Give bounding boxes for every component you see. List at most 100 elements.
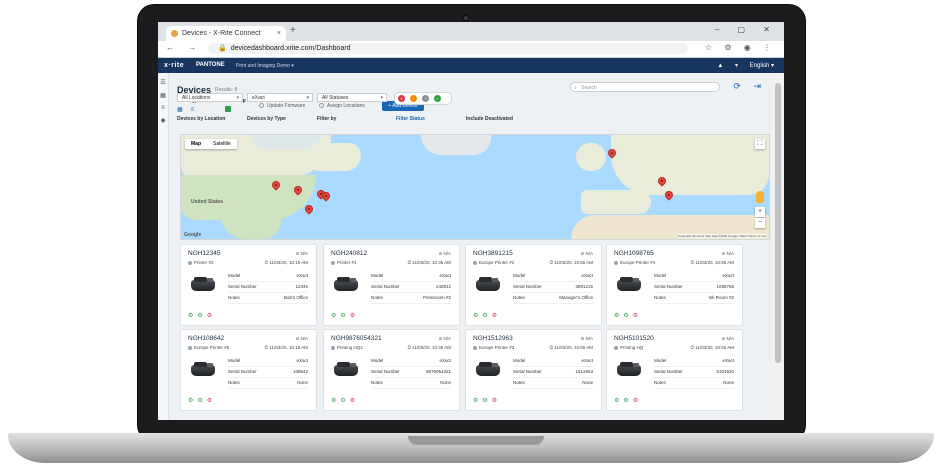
language-selector[interactable]: English ▾ <box>750 63 774 69</box>
device-remove-icon[interactable]: ⚙ <box>350 398 359 404</box>
device-settings-icon[interactable]: ⚙ <box>188 398 197 404</box>
browser-tab[interactable]: Devices - X-Rite Connect × <box>166 26 286 41</box>
device-sync-icon[interactable]: ⚙ <box>340 398 349 404</box>
street-view-icon[interactable] <box>756 191 764 203</box>
device-settings-icon[interactable]: ⚙ <box>331 398 340 404</box>
top-action-icons[interactable]: ⟳ ⇥ <box>733 81 766 92</box>
device-map[interactable]: Map Satellite United States ⛶ + − Google … <box>180 134 770 240</box>
device-serial[interactable]: NGH108642 <box>188 335 224 342</box>
device-settings-icon[interactable]: ⚙ <box>188 313 197 319</box>
device-remove-icon[interactable]: ⚙ <box>492 398 501 404</box>
device-settings-icon[interactable]: ⚙ <box>614 313 623 319</box>
device-actions: ⚙⚙⚙ <box>331 397 359 404</box>
device-settings-icon[interactable]: ⚙ <box>473 398 482 404</box>
device-name: Europe Printer #2 <box>473 260 514 265</box>
device-sync-icon[interactable]: ⚙ <box>482 313 491 319</box>
device-image <box>189 359 219 379</box>
window-controls[interactable]: – ▢ ✕ <box>715 25 778 34</box>
device-card[interactable]: NGH1512963 ⊘ N/A Europe Printer #3 ⏱ 11/03/… <box>465 329 602 411</box>
update-firmware-option[interactable]: Update Firmware <box>259 103 305 109</box>
user-icon[interactable]: ▲ <box>717 63 723 69</box>
sidebar-list-icon[interactable]: ≡ <box>158 105 168 111</box>
device-name: Printer #1 <box>331 260 357 265</box>
zoom-in-button[interactable]: + <box>755 207 765 217</box>
sidebar-devices-icon[interactable]: ▦ <box>158 92 168 99</box>
devices-by-location-select[interactable]: All Locations <box>177 93 243 103</box>
close-tab-icon[interactable]: × <box>277 26 281 41</box>
device-remove-icon[interactable]: ⚙ <box>492 313 501 319</box>
scrollbar[interactable] <box>772 73 784 420</box>
map-land-iberia <box>581 190 651 214</box>
device-name-text: Printing HQ <box>620 345 644 350</box>
url-field[interactable]: 🔒 devicedashboard.xrite.com/Dashboard <box>208 43 688 54</box>
device-card[interactable]: NGH5101520 ⊘ N/A Printing HQ ⏱ 11/03/20, 10… <box>606 329 743 411</box>
device-serial[interactable]: NGH9876054321 <box>331 335 382 342</box>
sidebar-settings-icon[interactable]: ◉ <box>158 117 168 124</box>
device-actions: ⚙⚙⚙ <box>331 312 359 319</box>
status-error-toggle[interactable]: ✕ <box>398 95 405 102</box>
device-settings-icon[interactable]: ⚙ <box>331 313 340 319</box>
device-settings-icon[interactable]: ⚙ <box>473 313 482 319</box>
notes-label: Notes <box>228 380 240 385</box>
devices-by-type-select[interactable]: eXact <box>247 93 313 103</box>
device-card[interactable]: NGH240812 ⊘ N/A Printer #1 ⏱ 11/03/20, 10:3… <box>323 244 460 326</box>
app-switcher[interactable]: Print and Imaging Demo ▾ <box>236 63 294 69</box>
device-serial[interactable]: NGH1512963 <box>473 335 513 342</box>
map-land-europe <box>611 135 769 195</box>
filter-by-select[interactable]: All Statuses <box>317 93 387 103</box>
map-pin[interactable] <box>303 203 315 215</box>
view-type-icons[interactable]: ▦ ≡ <box>177 106 197 113</box>
tab-map[interactable]: Map <box>185 139 207 149</box>
search-input[interactable]: ⌕ Search <box>570 82 720 92</box>
device-remove-icon[interactable]: ⚙ <box>207 398 216 404</box>
sidebar-menu-icon[interactable]: ☰ <box>158 79 168 86</box>
device-sync-icon[interactable]: ⚙ <box>340 313 349 319</box>
device-serial[interactable]: NGH1098765 <box>614 250 654 257</box>
device-card[interactable]: NGH108642 ⊘ N/A Europe Printer #5 ⏱ 11/03/2… <box>180 329 317 411</box>
status-ok-toggle[interactable]: ✓ <box>434 95 441 102</box>
device-notes-row: Notes Pressroom #2 <box>371 295 451 304</box>
device-model-row: Model eXact <box>228 273 308 282</box>
device-remove-icon[interactable]: ⚙ <box>207 313 216 319</box>
new-tab-button[interactable]: + <box>290 25 296 36</box>
map-attribution[interactable]: Keyboard shortcuts Map data ©2020 Google… <box>678 234 766 238</box>
menu-caret-icon[interactable]: ▾ <box>735 63 738 69</box>
status-unknown-toggle[interactable]: ? <box>422 95 429 102</box>
show-map-checkbox[interactable] <box>225 106 231 112</box>
device-card[interactable]: NGH9876054321 ⊘ N/A Printing HQ2 ⏱ 11/03/20… <box>323 329 460 411</box>
device-sync-icon[interactable]: ⚙ <box>482 398 491 404</box>
device-sync-icon[interactable]: ⚙ <box>197 398 206 404</box>
status-warning-toggle[interactable]: ! <box>410 95 417 102</box>
status-icon: ⊘ <box>580 251 585 256</box>
model-value: eXact <box>722 273 734 278</box>
fullscreen-button[interactable]: ⛶ <box>755 139 765 149</box>
device-serial[interactable]: NGH3891215 <box>473 250 513 257</box>
zoom-out-button[interactable]: − <box>755 218 765 228</box>
status-icon: ⊘ <box>438 336 443 341</box>
assign-locations-option[interactable]: Assign Locations <box>319 103 365 109</box>
serial-number-label: Serial Number <box>228 284 257 289</box>
device-date: ⏱ 11/03/20, 10:55 AM <box>691 260 734 265</box>
device-date: ⏱ 11/03/20, 10:55 AM <box>550 260 593 265</box>
device-sync-icon[interactable]: ⚙ <box>623 313 632 319</box>
device-remove-icon[interactable]: ⚙ <box>350 313 359 319</box>
device-serial[interactable]: NGH5101520 <box>614 335 654 342</box>
device-remove-icon[interactable]: ⚙ <box>633 313 642 319</box>
lock-icon: 🔒 <box>218 45 227 52</box>
device-actions: ⚙⚙⚙ <box>188 312 216 319</box>
device-sync-icon[interactable]: ⚙ <box>197 313 206 319</box>
tab-satellite[interactable]: Satellite <box>207 139 237 149</box>
device-settings-icon[interactable]: ⚙ <box>614 398 623 404</box>
device-sync-icon[interactable]: ⚙ <box>623 398 632 404</box>
device-card[interactable]: NGH1098765 ⊘ N/A Europe Printer #4 ⏱ 11/03/… <box>606 244 743 326</box>
device-card[interactable]: NGH12345 ⊘ N/A Printer #2 ⏱ 11/03/20, 10:15… <box>180 244 317 326</box>
device-notes-row: Notes None <box>371 380 451 389</box>
browser-toolbar-icons[interactable]: ☆ ⚙ ◉ ⋮ <box>705 43 776 52</box>
device-remove-icon[interactable]: ⚙ <box>633 398 642 404</box>
scrollbar-thumb[interactable] <box>775 83 781 363</box>
device-card[interactable]: NGH3891215 ⊘ N/A Europe Printer #2 ⏱ 11/03/… <box>465 244 602 326</box>
device-serial[interactable]: NGH240812 <box>331 250 367 257</box>
serial-number-value: 240812 <box>435 284 451 289</box>
device-serial[interactable]: NGH12345 <box>188 250 221 257</box>
clock-icon: ⏱ <box>407 345 412 350</box>
